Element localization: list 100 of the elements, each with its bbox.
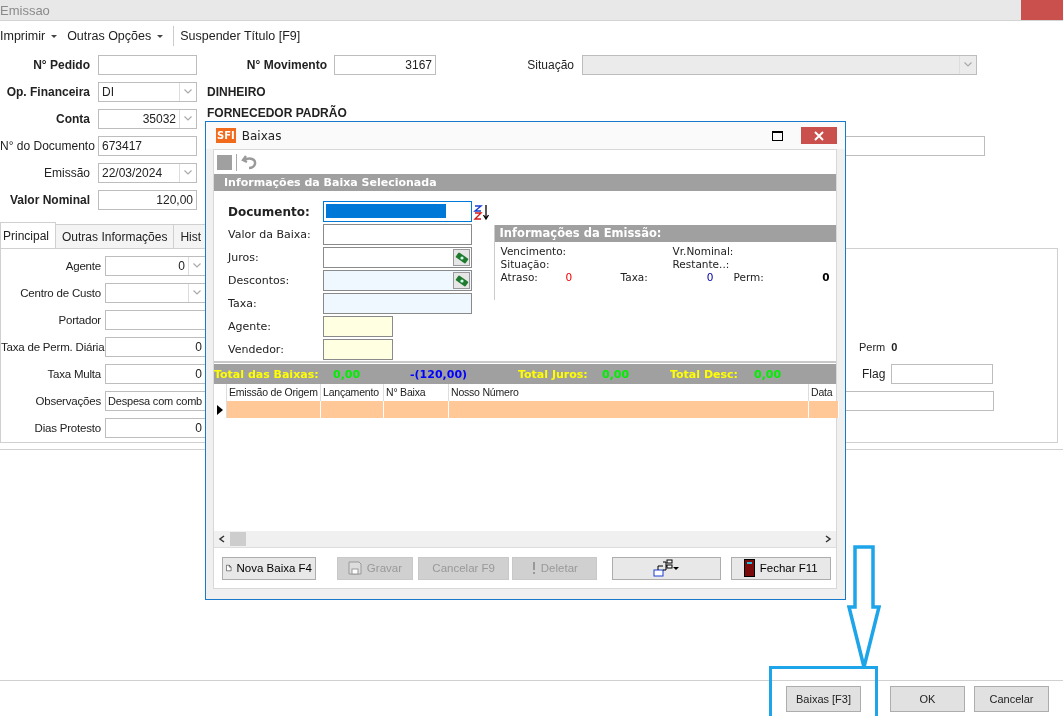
scrollbar-thumb[interactable]: [230, 532, 246, 546]
info-value: 0: [705, 271, 714, 284]
input-field[interactable]: [323, 316, 393, 337]
balance-value: -(120,00): [410, 367, 469, 381]
total-value: 0,00: [602, 367, 631, 381]
toolbar-button[interactable]: [612, 556, 721, 580]
field-label: Dias Protesto: [33, 421, 102, 434]
field-label: Conta: [55, 111, 91, 126]
sort-icon[interactable]: [473, 202, 491, 221]
caret-icon: [157, 34, 164, 38]
total-label: Total Desc:: [670, 367, 739, 381]
maximize-icon[interactable]: [772, 130, 783, 141]
column-header[interactable]: Data: [809, 384, 839, 401]
dropdown-field[interactable]: 0: [105, 255, 206, 276]
chevron-icon: [184, 116, 192, 121]
input-field[interactable]: [323, 293, 472, 314]
info-value: 0: [821, 271, 830, 284]
toolbar-button[interactable]: Fechar F11: [730, 556, 831, 580]
info-label: Vr.Nominal:: [672, 245, 734, 258]
field-label: Descontos:: [227, 274, 291, 287]
input-field[interactable]: Despesa com comb: [105, 390, 206, 411]
dialog-button[interactable]: OK: [890, 685, 965, 712]
table-cell: [321, 401, 384, 418]
dropdown-field[interactable]: 35032: [98, 108, 197, 129]
field-label: Situação: [526, 57, 575, 72]
total-value: 0,00: [754, 367, 782, 381]
field-label: Observações: [34, 394, 102, 407]
info-label: Situação:: [500, 258, 551, 271]
table-cell: [384, 401, 449, 418]
info-label: Vencimento:: [500, 245, 568, 258]
input-field[interactable]: 673417: [98, 135, 197, 156]
input-field[interactable]: [323, 224, 472, 245]
field-label: Juros:: [226, 251, 260, 264]
input-field[interactable]: [323, 201, 472, 222]
input-field[interactable]: 120,00: [98, 189, 197, 210]
money-icon[interactable]: [453, 249, 470, 266]
input-field[interactable]: 0: [105, 363, 206, 384]
caret-icon: [51, 34, 58, 38]
input-field[interactable]: 0: [105, 336, 206, 357]
field-label: Vendedor:: [227, 343, 285, 356]
account-description: FORNECEDOR PADRÃO: [207, 105, 347, 120]
field-label: Agente: [64, 259, 102, 272]
dropdown-field[interactable]: DI: [98, 81, 197, 102]
input-field[interactable]: 0: [105, 417, 206, 438]
info-label: Perm:: [733, 271, 765, 284]
input-field[interactable]: [105, 309, 206, 330]
field-label: Taxa Multa: [46, 367, 102, 380]
menu-item[interactable]: Outras Opções: [67, 29, 170, 43]
date-field[interactable]: 22/03/2024: [98, 162, 197, 183]
info-label: Restante..:: [672, 258, 730, 271]
row-pointer-icon: [217, 404, 223, 415]
field-label: N° do Documento: [0, 138, 96, 153]
field-label: N° Pedido: [32, 57, 91, 72]
scroll-right-icon[interactable]: [824, 535, 832, 543]
info-value: 0: [565, 271, 574, 284]
input-field[interactable]: [891, 363, 993, 384]
app-logo: SFI: [216, 128, 236, 143]
chevron-icon: [964, 62, 972, 67]
stop-icon[interactable]: [217, 154, 232, 170]
field-label: Agente:: [227, 320, 273, 333]
exclamation-icon: [531, 562, 536, 574]
input-field[interactable]: [98, 54, 197, 75]
dropdown-field[interactable]: [105, 282, 206, 303]
floppy-icon: [347, 561, 362, 575]
toolbar-button[interactable]: Nova Baixa F4: [222, 556, 316, 580]
perm-value: 0: [891, 340, 898, 353]
input-field[interactable]: [323, 339, 393, 360]
dialog-button[interactable]: Baixas [F3]: [786, 685, 861, 712]
close-icon: [813, 129, 825, 142]
close-button[interactable]: [801, 127, 837, 144]
horizontal-scrollbar[interactable]: [214, 531, 836, 547]
input-field[interactable]: [323, 270, 472, 291]
money-icon[interactable]: [453, 272, 470, 289]
chevron-icon: [193, 290, 201, 295]
section-header: Informações da Baixa Selecionada: [214, 174, 836, 191]
info-label: Taxa:: [620, 271, 649, 284]
input-field[interactable]: [323, 247, 472, 268]
dialog-title: Baixas: [241, 128, 283, 143]
chevron-icon: [184, 170, 192, 175]
info-label: Atraso:: [500, 271, 539, 284]
field-label: Documento:: [227, 204, 311, 219]
section-header: Informações da Emissão:: [494, 225, 836, 242]
dialog-button[interactable]: Cancelar: [974, 685, 1049, 712]
window-title: Emissao: [0, 2, 51, 18]
field-label: Taxa:: [227, 297, 258, 310]
tab[interactable]: Outras Informações: [55, 224, 175, 248]
total-value: 0,00: [333, 367, 362, 381]
menu-item[interactable]: Suspender Título [F9]: [180, 29, 307, 43]
field-label: N° Movimento: [245, 57, 328, 72]
field-label: Valor da Baixa:: [227, 228, 312, 241]
input-field[interactable]: 3167: [334, 54, 436, 75]
menu-item[interactable]: Imprimir: [0, 29, 64, 43]
field-label: Emissão: [43, 165, 91, 180]
door-icon: [743, 559, 755, 577]
undo-icon[interactable]: [241, 153, 259, 171]
scroll-left-icon[interactable]: [218, 535, 226, 543]
tab[interactable]: Principal: [0, 222, 57, 248]
chevron-icon: [184, 89, 192, 94]
field-label: Op. Financeira: [5, 84, 91, 99]
total-label: Total Juros:: [518, 367, 589, 381]
